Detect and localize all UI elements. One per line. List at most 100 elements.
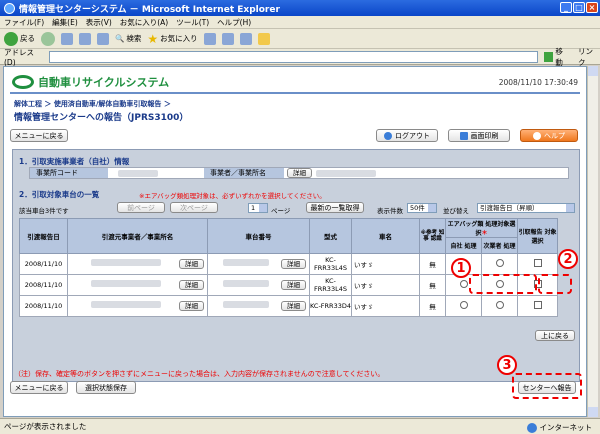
help-button[interactable]: ヘルプ: [520, 129, 578, 142]
callout-airbag-radios: [469, 274, 537, 294]
cell-origin: 詳細: [67, 253, 208, 275]
th-airbag-group: エアバッグ類 処理対象選択＊: [445, 218, 518, 238]
search-button[interactable]: 🔍 検索: [115, 33, 141, 44]
stop-icon[interactable]: [61, 32, 73, 45]
forward-arrow-icon[interactable]: [41, 31, 55, 46]
report-checkbox[interactable]: [533, 259, 542, 267]
home-icon[interactable]: [97, 32, 109, 45]
save-selection-button[interactable]: 選択状態保存: [76, 381, 136, 394]
close-icon[interactable]: ×: [586, 2, 598, 13]
office-code-label: 事業所コード: [30, 168, 108, 178]
cell-reference: 無: [419, 274, 446, 296]
folder-icon[interactable]: [257, 32, 270, 45]
scroll-down-icon[interactable]: [588, 407, 598, 417]
logout-button[interactable]: ログアウト: [376, 129, 438, 142]
prev-page-button[interactable]: 前ページ: [117, 202, 165, 213]
menu-edit[interactable]: 編集(E): [52, 17, 78, 28]
logo: 自動車リサイクルシステム: [12, 74, 169, 90]
cell-date: 2008/11/10: [19, 274, 68, 296]
window-titlebar: 情報管理センターシステム － Microsoft Internet Explor…: [0, 0, 600, 16]
self-process-radio[interactable]: [459, 280, 468, 288]
self-process-radio[interactable]: [459, 301, 468, 309]
main-panel: 1．引取実施事業者（自社）情報 事業所コード 事業者／事業所名 詳細 2．引取対…: [12, 149, 580, 382]
history-icon[interactable]: [203, 32, 216, 45]
origin-detail-button[interactable]: 詳細: [179, 259, 204, 269]
th-self: 自社 処理: [445, 237, 482, 254]
business-detail-button[interactable]: 詳細: [287, 168, 312, 178]
next-process-radio[interactable]: [495, 259, 504, 267]
next-process-radio[interactable]: [495, 301, 504, 309]
window-title: 情報管理センターシステム － Microsoft Internet Explor…: [19, 4, 280, 15]
section1-title: 1．引取実施事業者（自社）情報: [19, 157, 130, 166]
cell-date: 2008/11/10: [19, 253, 68, 275]
chassis-detail-button[interactable]: 詳細: [281, 301, 306, 311]
refresh-icon[interactable]: [79, 32, 91, 45]
report-checkbox[interactable]: [533, 301, 542, 309]
go-button[interactable]: 移動: [543, 46, 570, 68]
company-info-row: 事業所コード 事業者／事業所名 詳細: [29, 167, 569, 179]
address-label: アドレス(D): [4, 47, 34, 67]
sort-select[interactable]: 引渡報告日（昇順）: [477, 203, 575, 213]
go-arrow-icon: [543, 51, 554, 62]
back-button[interactable]: 戻る: [4, 31, 35, 46]
ie-icon: [4, 2, 15, 14]
menu-view[interactable]: 表示(V): [86, 17, 112, 28]
mail-icon[interactable]: [221, 32, 234, 45]
save-warning-note: （注）保存、確定等のボタンを押さずにメニューに戻った場合は、入力内容が保存されま…: [14, 370, 385, 378]
menu-favorites[interactable]: お気に入り(A): [120, 17, 168, 28]
cell-next: [481, 295, 518, 317]
cell-next: [481, 253, 518, 275]
back-to-top-button[interactable]: 上に戻る: [535, 330, 575, 341]
display-count-label: 表示件数: [377, 207, 403, 215]
help-icon: [533, 131, 541, 140]
datetime: 2008/11/10 17:30:49: [498, 78, 578, 87]
print-toolbar-icon[interactable]: [239, 32, 252, 45]
cell-chassis: 詳細: [207, 274, 310, 296]
scroll-up-icon[interactable]: [588, 66, 598, 76]
menu-file[interactable]: ファイル(F): [4, 17, 44, 28]
origin-detail-button[interactable]: 詳細: [179, 280, 204, 290]
cell-report: [517, 295, 558, 317]
links-label[interactable]: リンク: [578, 46, 600, 68]
th-next: 次業者 処理: [481, 237, 518, 254]
origin-detail-button[interactable]: 詳細: [179, 301, 204, 311]
display-count-select[interactable]: 50件: [407, 203, 437, 213]
address-bar: アドレス(D) 移動 リンク: [0, 46, 600, 68]
page-suffix: ページ: [271, 207, 291, 215]
table-row: 2008/11/10 詳細 詳細 KC-FRR33D4 いすゞ 無: [19, 295, 558, 317]
address-input[interactable]: [48, 50, 538, 63]
cell-date: 2008/11/10: [19, 295, 68, 317]
count-text: 該当車台3件です: [19, 207, 69, 215]
search-icon: 🔍: [115, 34, 125, 43]
callout-report-checkbox: [538, 274, 572, 294]
browser-toolbar: 戻る 🔍 検索 ★ お気に入り: [0, 29, 600, 49]
menu-tools[interactable]: ツール(T): [176, 17, 209, 28]
chassis-detail-button[interactable]: 詳細: [281, 280, 306, 290]
chassis-detail-button[interactable]: 詳細: [281, 259, 306, 269]
cell-origin: 詳細: [67, 295, 208, 317]
vertical-scrollbar[interactable]: [587, 66, 598, 417]
next-page-button[interactable]: 次ページ: [170, 202, 218, 213]
chevron-down-icon: [259, 204, 267, 212]
print-icon: [459, 131, 468, 140]
logout-icon: [384, 131, 392, 140]
page-select[interactable]: 1: [248, 203, 268, 213]
maximize-icon[interactable]: □: [573, 2, 585, 13]
favorites-button[interactable]: ★ お気に入り: [147, 33, 197, 45]
latest-list-button[interactable]: 最新の一覧取得: [306, 202, 364, 213]
window-controls: _ □ ×: [560, 2, 598, 13]
cell-model: KC-FRR33L4S: [309, 253, 352, 275]
menu-back-button-bottom[interactable]: メニューに戻る: [10, 381, 68, 394]
cell-car-name: いすゞ: [351, 295, 420, 317]
status-text: ページが表示されました: [4, 422, 87, 431]
th-report-select: 引取報告 対象選択: [517, 218, 558, 254]
th-reference: ※参考 知事 認識: [419, 218, 446, 254]
print-button[interactable]: 画面印刷: [448, 129, 510, 142]
minimize-icon[interactable]: _: [560, 2, 572, 13]
menu-back-button-top[interactable]: メニューに戻る: [10, 129, 68, 142]
cell-model: KC-FRR33D4: [309, 295, 352, 317]
menu-help[interactable]: ヘルプ(H): [217, 17, 251, 28]
cell-chassis: 詳細: [207, 253, 310, 275]
th-origin: 引渡元事業者／事業所名: [67, 218, 208, 254]
cell-reference: 無: [419, 253, 446, 275]
